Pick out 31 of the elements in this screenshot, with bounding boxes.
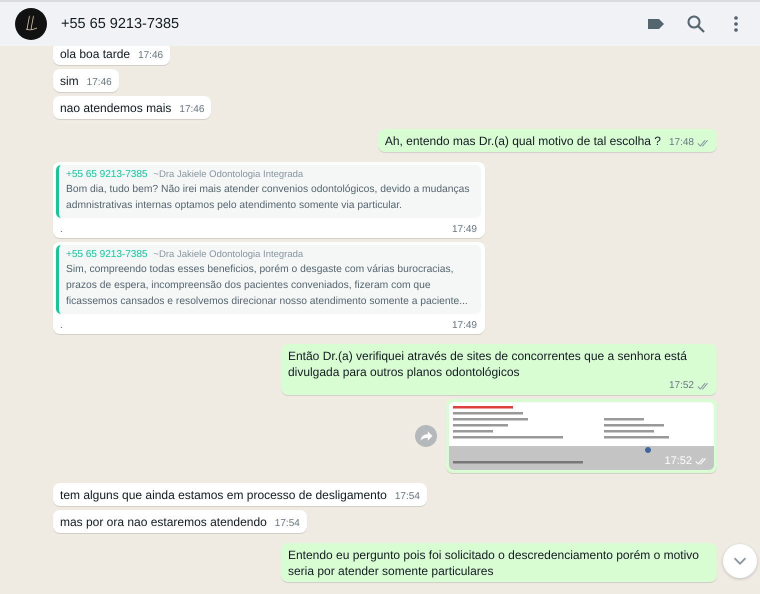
message-time: 17:54 — [274, 518, 300, 530]
message-text: tem alguns que ainda estamos em processo de desligamento — [60, 487, 387, 503]
quote-text: Sim, compreendo todas esses beneficios, porém o desgaste com várias burocracias, prazos de espera, incompreensão dos pacientes conveniados, fizeram com que ficassemos cansados e resolvemos direcionar nosso atendimento somente a paciente... — [66, 263, 469, 309]
quote-sender: +55 65 9213-7385 — [66, 169, 148, 180]
message-time: 17:52 — [668, 380, 694, 392]
message-time: 17:54 — [394, 491, 420, 503]
message-time: 17:49 — [452, 320, 477, 331]
message-time: 17:46 — [86, 77, 112, 89]
message-time: 17:46 — [179, 104, 204, 116]
message-text: . — [60, 320, 63, 331]
quote-author: ~Dra Jakiele Odontologia Integrada — [153, 249, 304, 260]
message-text: ola boa tarde — [60, 46, 130, 62]
search-icon[interactable] — [686, 14, 706, 34]
message-text: Então Dr.(a) verifiquei através de sites de concorrentes que a senhora está divulgada para outros planos odontológicos — [288, 348, 688, 380]
quoted-message[interactable] — [56, 165, 481, 218]
quote-sender: +55 65 9213-7385 — [66, 249, 148, 260]
avatar[interactable] — [15, 8, 47, 40]
quoted-message[interactable] — [56, 245, 481, 314]
message-time: 17:49 — [452, 224, 477, 235]
message-time: 17:46 — [138, 50, 164, 62]
message-time: 17:48 — [668, 137, 694, 149]
message-text: . — [60, 224, 63, 235]
contact-name[interactable]: +55 65 9213-7385 — [61, 16, 180, 32]
message-text: nao atendemos mais — [60, 100, 172, 116]
message-time: 17:52 — [664, 455, 692, 467]
message-text: Entendo eu pergunto pois foi solicitado o descredenciamento porém o motivo seria por atender somente particulares — [288, 547, 700, 579]
message-text: Ah, entendo mas Dr.(a) qual motivo de tal escolha ? — [384, 133, 661, 149]
quote-text: Bom dia, tudo bem? Não irei mais atender convenios odontológicos, devido a mudanças admnistrativas internas optamos pelo atendimento somente via particular. — [66, 183, 471, 213]
quote-author: ~Dra Jakiele Odontologia Integrada — [153, 169, 304, 180]
message-text: mas por ora nao estaremos atendendo — [60, 514, 267, 530]
message-text: sim — [60, 73, 79, 89]
